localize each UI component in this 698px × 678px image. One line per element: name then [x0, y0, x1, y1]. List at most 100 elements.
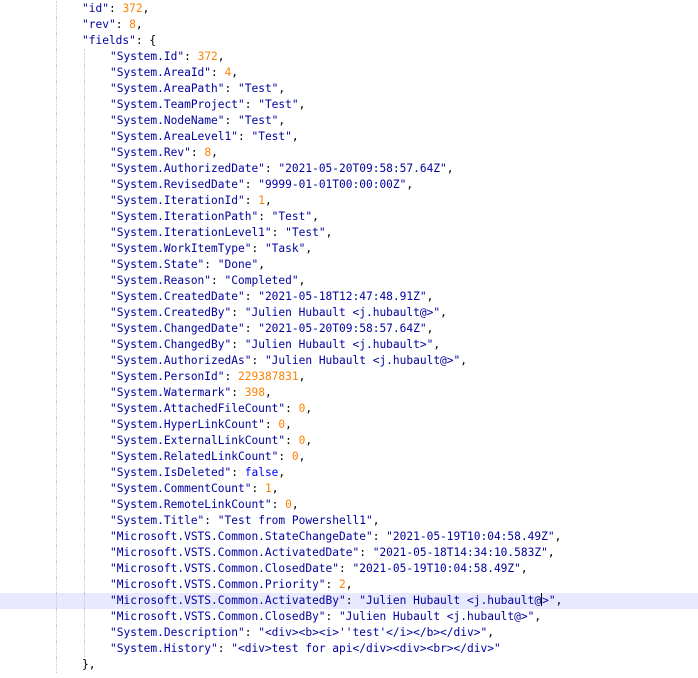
code-line[interactable]: "System.WorkItemType": "Task",: [0, 241, 698, 257]
indent-guide: [84, 513, 85, 529]
string-token: "System.ExternalLinkCount": [110, 434, 286, 447]
punctuation-token: ,: [547, 546, 555, 559]
indent-guide: [84, 257, 85, 273]
string-token: "System.ChangedDate": [110, 322, 245, 335]
code-line-active[interactable]: "Microsoft.VSTS.Common.ActivatedBy": "Ju…: [0, 593, 698, 609]
code-line[interactable]: "System.AreaPath": "Test",: [0, 81, 698, 97]
number-token: 398: [244, 386, 265, 399]
punctuation-token: },: [82, 658, 96, 671]
punctuation-token: ,: [298, 450, 306, 463]
indent-guide: [56, 513, 57, 529]
code-line[interactable]: "System.RemoteLinkCount": 0,: [0, 497, 698, 513]
code-line[interactable]: "System.AreaId": 4,: [0, 65, 698, 81]
code-line[interactable]: "System.Title": "Test from Powershell1",: [0, 513, 698, 529]
punctuation-token: ,: [555, 594, 563, 607]
code-line[interactable]: "Microsoft.VSTS.Common.StateChangeDate":…: [0, 529, 698, 545]
code-line[interactable]: "System.TeamProject": "Test",: [0, 97, 698, 113]
punctuation-token: ,: [325, 226, 333, 239]
indent-guide: [56, 145, 57, 161]
code-line[interactable]: "System.AttachedFileCount": 0,: [0, 401, 698, 417]
code-line[interactable]: "System.IterationPath": "Test",: [0, 209, 698, 225]
code-line[interactable]: "System.IsDeleted": false,: [0, 465, 698, 481]
code-line[interactable]: },: [0, 657, 698, 673]
code-line[interactable]: "System.IterationLevel1": "Test",: [0, 225, 698, 241]
indent-guide: [56, 529, 57, 545]
punctuation-token: :: [359, 546, 373, 559]
string-token: "System.CommentCount": [110, 482, 252, 495]
code-line[interactable]: "System.ChangedBy": "Julien Hubault <j.h…: [0, 337, 698, 353]
string-token: "System.TeamProject": [110, 98, 245, 111]
code-line[interactable]: "System.ChangedDate": "2021-05-20T09:58:…: [0, 321, 698, 337]
code-line[interactable]: "System.ExternalLinkCount": 0,: [0, 433, 698, 449]
code-line[interactable]: "System.AuthorizedDate": "2021-05-20T09:…: [0, 161, 698, 177]
code-text: "System.TeamProject": "Test",: [110, 97, 305, 113]
code-line[interactable]: "System.NodeName": "Test",: [0, 113, 698, 129]
string-token: "System.RelatedLinkCount": [110, 450, 279, 463]
code-line[interactable]: "System.AuthorizedAs": "Julien Hubault <…: [0, 353, 698, 369]
code-text: "System.ChangedDate": "2021-05-20T09:58:…: [110, 321, 433, 337]
code-text: "System.ChangedBy": "Julien Hubault <j.h…: [110, 337, 440, 353]
string-token: "System.AreaId": [110, 66, 212, 79]
string-token: "System.History": [110, 642, 218, 655]
code-line[interactable]: "System.RelatedLinkCount": 0,: [0, 449, 698, 465]
code-line[interactable]: "System.History": "<div>test for api</di…: [0, 641, 698, 657]
code-text: "Microsoft.VSTS.Common.ClosedDate": "202…: [110, 561, 528, 577]
code-text: "System.Reason": "Completed",: [110, 273, 305, 289]
string-token: "Microsoft.VSTS.Common.Priority": [110, 578, 326, 591]
code-text: },: [82, 657, 95, 673]
code-line[interactable]: "System.CreatedBy": "Julien Hubault <j.h…: [0, 305, 698, 321]
code-line[interactable]: "System.CreatedDate": "2021-05-18T12:47:…: [0, 289, 698, 305]
indent-guide: [84, 129, 85, 145]
punctuation-token: :: [224, 82, 238, 95]
indent-guide: [56, 129, 57, 145]
code-text: "System.Watermark": 398,: [110, 385, 272, 401]
code-editor[interactable]: "id": 372, "rev": 8, "fields": {"System.Id…: [0, 0, 698, 678]
code-line[interactable]: "rev": 8,: [0, 17, 698, 33]
indent-guide: [84, 193, 85, 209]
punctuation-token: ,: [305, 242, 313, 255]
code-line[interactable]: "System.CommentCount": 1,: [0, 481, 698, 497]
string-token: "fields": [82, 34, 136, 47]
code-line[interactable]: "System.PersonId": 229387831,: [0, 369, 698, 385]
code-line[interactable]: "Microsoft.VSTS.Common.ActivatedDate": "…: [0, 545, 698, 561]
punctuation-token: ,: [305, 402, 313, 415]
punctuation-token: ,: [433, 338, 441, 351]
punctuation-token: ,: [345, 578, 353, 591]
code-line[interactable]: "id": 372,: [0, 1, 698, 17]
code-line[interactable]: "System.Id": 372,: [0, 49, 698, 65]
indent-guide: [56, 113, 57, 129]
punctuation-token: :: [237, 130, 252, 143]
code-line[interactable]: "Microsoft.VSTS.Common.ClosedBy": "Julie…: [0, 609, 698, 625]
punctuation-token: ,: [217, 50, 225, 63]
code-line[interactable]: "System.State": "Done",: [0, 257, 698, 273]
code-line[interactable]: "System.Rev": 8,: [0, 145, 698, 161]
code-line[interactable]: "Microsoft.VSTS.Common.Priority": 2,: [0, 577, 698, 593]
code-text: "System.CommentCount": 1,: [110, 481, 278, 497]
code-line[interactable]: "System.HyperLinkCount": 0,: [0, 417, 698, 433]
indent-guide: [84, 577, 85, 593]
string-token: "System.ChangedBy": [110, 338, 232, 351]
code-line[interactable]: "Microsoft.VSTS.Common.ClosedDate": "202…: [0, 561, 698, 577]
code-text: "System.HyperLinkCount": 0,: [110, 417, 292, 433]
code-line[interactable]: "fields": {: [0, 33, 698, 49]
code-line[interactable]: "System.Reason": "Completed",: [0, 273, 698, 289]
indent-guide: [84, 337, 85, 353]
punctuation-token: ,: [487, 626, 494, 639]
code-line[interactable]: "System.Description": "<div><b><i>''test…: [0, 625, 698, 641]
indent-guide: [56, 417, 57, 433]
string-token: "Done": [217, 258, 259, 271]
code-line[interactable]: "System.IterationId": 1,: [0, 193, 698, 209]
string-token: "System.Reason": [110, 274, 212, 287]
punctuation-token: ,: [231, 66, 239, 79]
code-text: "System.ExternalLinkCount": 0,: [110, 433, 312, 449]
string-token: "Task": [264, 242, 306, 255]
string-token: "Microsoft.VSTS.Common.ActivatedDate": [110, 546, 360, 559]
punctuation-token: : {: [135, 34, 157, 47]
code-text: "System.AreaLevel1": "Test",: [110, 129, 299, 145]
code-line[interactable]: "System.Watermark": 398,: [0, 385, 698, 401]
code-line[interactable]: "System.AreaLevel1": "Test",: [0, 129, 698, 145]
code-line[interactable]: "System.RevisedDate": "9999-01-01T00:00:…: [0, 177, 698, 193]
indent-guide: [56, 401, 57, 417]
punctuation-token: ,: [372, 514, 380, 527]
indent-guide: [56, 209, 57, 225]
